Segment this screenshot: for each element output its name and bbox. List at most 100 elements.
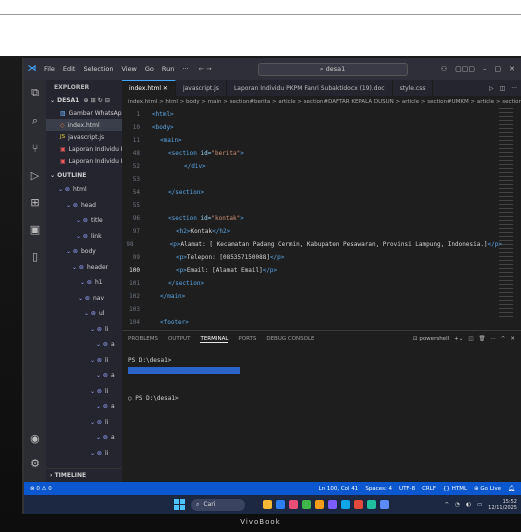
code-line[interactable]: 55 <box>122 199 502 212</box>
file-item[interactable]: ◇ index.html <box>46 119 122 131</box>
terminal-shell-label[interactable]: ⊡ powershell <box>413 336 449 342</box>
volume-icon[interactable]: ◖) <box>466 502 471 508</box>
outline-item[interactable]: ⌄ ⊚ title <box>46 213 122 229</box>
file-item[interactable]: ▣Laporan Individu PKP... <box>46 143 122 155</box>
breadcrumb[interactable]: index.html > html > body > main > sectio… <box>122 96 521 107</box>
taskbar-app-icon[interactable] <box>276 500 285 509</box>
outline-item[interactable]: ⌄ ⊚ body <box>46 244 122 260</box>
minimize-icon[interactable]: – <box>483 65 487 73</box>
taskbar-app-icon[interactable] <box>289 500 298 509</box>
command-center-search[interactable]: ⌕ desa1 <box>257 62 408 76</box>
windows-start-icon[interactable] <box>174 499 185 510</box>
menu-edit[interactable]: Edit <box>59 65 80 73</box>
line-endings[interactable]: CRLF <box>422 486 436 492</box>
clock[interactable]: 15:52 12/11/2025 <box>488 499 517 511</box>
outline-item[interactable]: ⌄ ⊚ li <box>46 446 122 462</box>
code-editor[interactable]: 1 <html> 10 <body> 11 <main> 48 <section id= "be… <box>122 108 502 330</box>
tab-debug-console[interactable]: DEBUG CONSOLE <box>266 336 314 342</box>
new-terminal-icon[interactable]: +⌄ <box>454 336 463 342</box>
outline-item[interactable]: ⌄ ⊚ li <box>46 353 122 369</box>
code-line[interactable]: 102 </main> <box>122 290 502 303</box>
explorer-icon[interactable]: ⧉ <box>31 86 39 100</box>
outline-item[interactable]: ⌄ ⊚ link <box>46 229 122 245</box>
outline-item[interactable]: ⌄ ⊚ header <box>46 260 122 276</box>
run-icon[interactable]: ▷ <box>489 85 494 92</box>
testing-icon[interactable]: ▯ <box>32 250 38 263</box>
outline-item[interactable]: ⌄ ⊚ h1 <box>46 275 122 291</box>
split-editor-icon[interactable]: ◫ <box>500 85 506 92</box>
tray-chevron-icon[interactable]: ^ <box>445 502 450 508</box>
outline-item[interactable]: ⌄ ⊚ a <box>46 337 122 353</box>
outline-item[interactable]: ⌄ ⊚ li <box>46 415 122 431</box>
tab-problems[interactable]: PROBLEMS <box>128 336 158 342</box>
nav-arrows[interactable]: ← → <box>193 65 218 73</box>
search-icon[interactable]: ⌕ <box>32 114 38 128</box>
code-line[interactable]: 100 <p> Email: [Alamat Email] </p> <box>122 264 502 277</box>
code-line[interactable]: 10 <body> <box>122 121 502 134</box>
file-item[interactable]: JS javascript.js <box>46 131 122 143</box>
editor-tab[interactable]: style.css <box>393 80 434 96</box>
code-line[interactable]: 96 <section id= "kontak" > <box>122 212 502 225</box>
outline-item[interactable]: ⌄ ⊚ a <box>46 399 122 415</box>
indentation[interactable]: Spaces: 4 <box>365 486 392 492</box>
code-line[interactable]: 98 <p> Alamat: [ Kecamatan Padang Cermin, … <box>122 238 502 251</box>
code-line[interactable]: 99 <p> Telepon: [085357150088] </p> <box>122 251 502 264</box>
taskbar-app-icon[interactable] <box>367 500 376 509</box>
close-icon[interactable]: ✕ <box>509 65 515 73</box>
tab-ports[interactable]: PORTS <box>238 336 256 342</box>
split-terminal-icon[interactable]: ◫ <box>468 336 473 342</box>
menu-run[interactable]: Run <box>158 65 178 73</box>
manage-gear-icon[interactable]: ⚙ <box>30 457 40 470</box>
remote-explorer-icon[interactable]: ▣ <box>30 223 40 236</box>
outline-item[interactable]: ⌄ ⊚ ul <box>46 306 122 322</box>
terminal-output[interactable]: PS D:\desa1> xxxxxxxxxxxxxxxxxxxxxxxxxxx… <box>122 347 521 411</box>
taskbar-app-icon[interactable] <box>380 500 389 509</box>
outline-item[interactable]: ⌄ ⊚ html <box>46 182 122 198</box>
tab-terminal[interactable]: TERMINAL <box>200 336 229 343</box>
outline-item[interactable]: ⌄ ⊚ nav <box>46 291 122 307</box>
file-item[interactable]: ▨Gambar WhatsApp 2... <box>46 107 122 119</box>
wifi-icon[interactable]: ◔ <box>455 502 460 508</box>
kill-terminal-icon[interactable]: 🗑 <box>479 336 486 342</box>
code-line[interactable]: 97 <h2> Kontak </h2> <box>122 225 502 238</box>
outline-item[interactable]: ⌄ ⊚ li <box>46 384 122 400</box>
code-line[interactable]: 104 <footer> <box>122 316 502 329</box>
tab-output[interactable]: OUTPUT <box>168 336 190 342</box>
extensions-icon[interactable]: ⊞ <box>30 196 39 209</box>
taskbar-search[interactable]: ⌕ Cari <box>191 498 245 511</box>
panel-more-icon[interactable]: ··· <box>491 336 496 342</box>
maximize-panel-icon[interactable]: ^ <box>501 336 506 342</box>
taskbar-app-icon[interactable] <box>328 500 337 509</box>
outline-header[interactable]: ⌄ OUTLINE <box>46 169 122 182</box>
menu-file[interactable]: File <box>40 65 59 73</box>
folder-desa1[interactable]: ⌄ DESA1 ⊕ ⊞ ↻ ⊟ <box>46 94 122 107</box>
problems-count[interactable]: ⊗ 0 ⚠ 0 <box>30 486 52 492</box>
code-line[interactable]: 103 <box>122 303 502 316</box>
battery-icon[interactable]: ▭ <box>477 502 482 508</box>
taskbar-app-icon[interactable] <box>263 500 272 509</box>
taskbar-app-icon[interactable] <box>341 500 350 509</box>
outline-item[interactable]: ⌄ ⊚ a <box>46 430 122 446</box>
outline-item[interactable]: ⌄ ⊚ a <box>46 368 122 384</box>
code-line[interactable]: 54 </section> <box>122 186 502 199</box>
bell-icon[interactable]: 🔔︎ <box>508 486 515 492</box>
minimap[interactable] <box>499 108 513 318</box>
encoding[interactable]: UTF-8 <box>399 486 415 492</box>
menu-more[interactable]: ··· <box>178 65 192 73</box>
code-line[interactable]: 53 <box>122 173 502 186</box>
copilot-icon[interactable]: ⚇ <box>441 65 447 73</box>
close-panel-icon[interactable]: ✕ <box>510 336 515 342</box>
cursor-position[interactable]: Ln 100, Col 41 <box>319 486 359 492</box>
layout-toggle-icon[interactable]: ▢▢▢ <box>455 65 475 73</box>
language-mode[interactable]: {} HTML <box>443 486 467 492</box>
editor-tab[interactable]: Laporan Individu PKPM Fanri Subaktidocx … <box>227 80 393 96</box>
code-line[interactable]: 52 </div> <box>122 160 502 173</box>
menu-go[interactable]: Go <box>141 65 158 73</box>
taskbar-app-icon[interactable] <box>315 500 324 509</box>
outline-item[interactable]: ⌄ ⊚ li <box>46 322 122 338</box>
timeline-header[interactable]: › TIMELINE <box>46 468 122 482</box>
code-line[interactable]: 101 </section> <box>122 277 502 290</box>
taskbar-app-icon[interactable] <box>302 500 311 509</box>
maximize-icon[interactable]: ▢ <box>495 65 502 73</box>
code-line[interactable]: 1 <html> <box>122 108 502 121</box>
